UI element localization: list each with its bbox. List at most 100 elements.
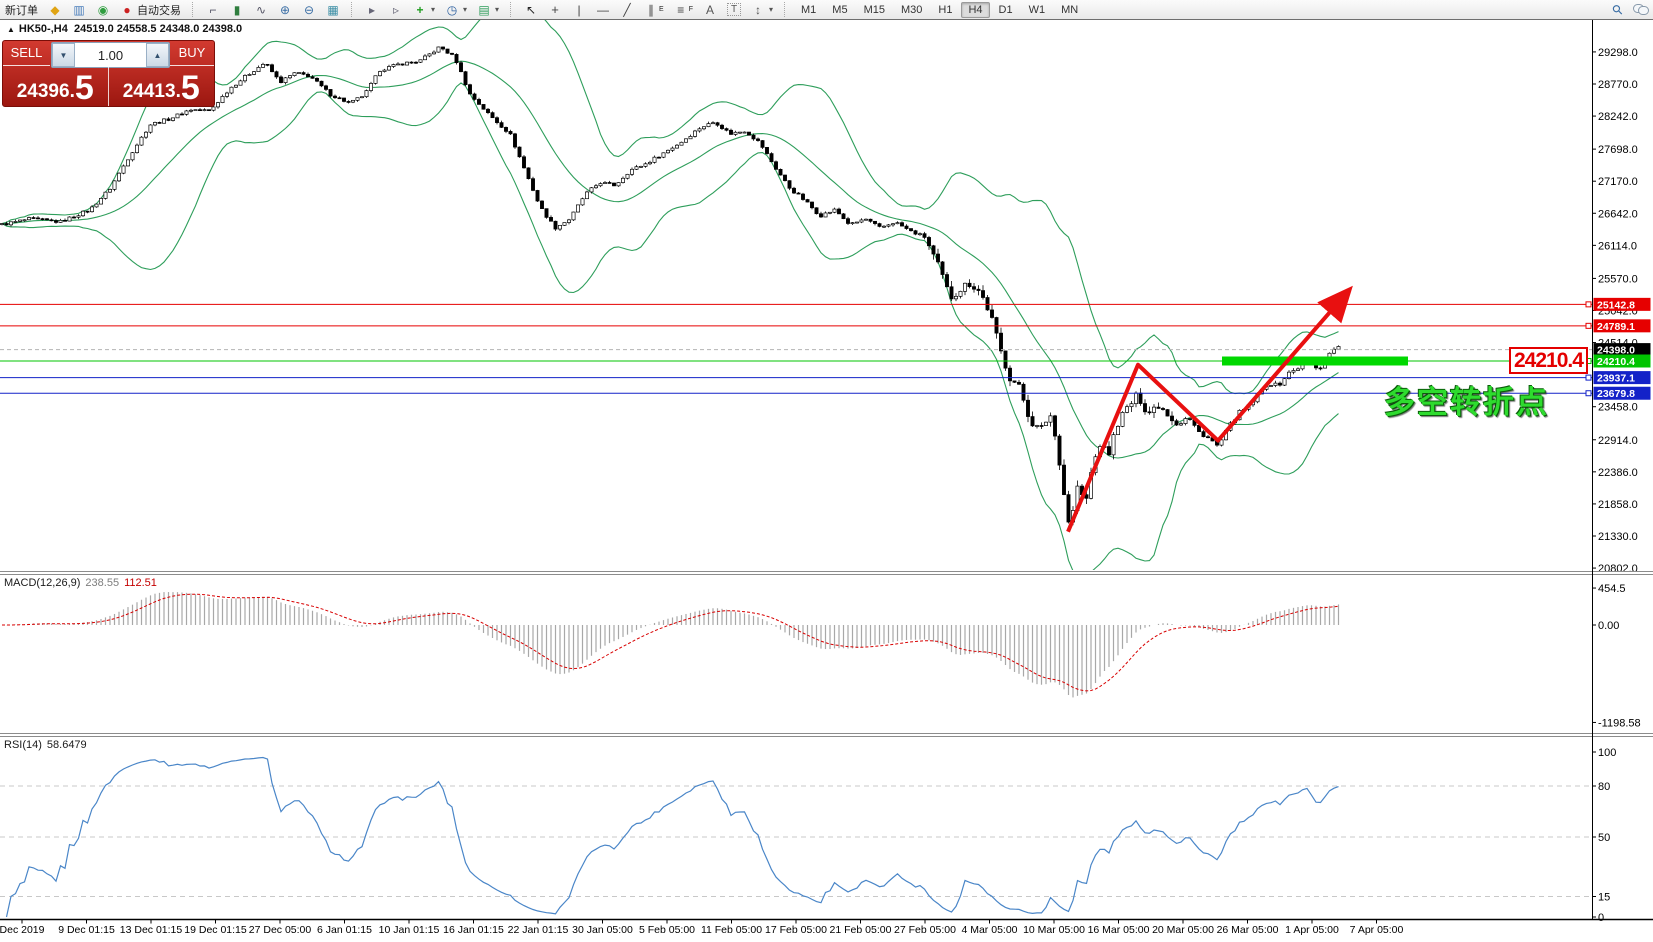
svg-text:13 Dec 01:15: 13 Dec 01:15 (120, 924, 183, 936)
svg-text:11 Feb 05:00: 11 Feb 05:00 (701, 924, 762, 936)
metaquotes-icon[interactable]: ◆ (43, 1, 67, 18)
templates-button[interactable]: ▤ ▾ (472, 1, 504, 18)
macd-signal-line (2, 593, 1339, 692)
tf-m1-button[interactable]: M1 (794, 2, 823, 18)
volume-input[interactable] (75, 43, 146, 67)
svg-text:24210.4: 24210.4 (1597, 356, 1635, 368)
svg-text:0: 0 (1598, 912, 1604, 924)
zigzag-arrow[interactable] (1066, 285, 1353, 533)
svg-text:80: 80 (1598, 781, 1610, 793)
svg-text:22386.0: 22386.0 (1598, 467, 1638, 479)
svg-text:17 Feb 05:00: 17 Feb 05:00 (765, 924, 827, 936)
text-label-icon[interactable]: T (722, 1, 746, 18)
price-axis[interactable]: 29298.0 28770.0 28242.0 27698.0 27170.0 26642… (1592, 47, 1641, 924)
new-chart-icon[interactable]: ▥ (67, 1, 91, 18)
chat-icon[interactable] (1628, 1, 1653, 18)
tf-h1-button[interactable]: H1 (931, 2, 959, 18)
time-axis[interactable]: Dec 2019 9 Dec 01:15 13 Dec 01:15 19 Dec 01… (0, 919, 1404, 937)
svg-text:21858.0: 21858.0 (1598, 499, 1638, 511)
buy-price[interactable]: 24413. 5 (109, 66, 215, 106)
svg-text:0.00: 0.00 (1598, 620, 1619, 632)
tf-m15-button[interactable]: M15 (857, 2, 892, 18)
buy-button[interactable]: BUY (170, 41, 214, 66)
tf-m5-button[interactable]: M5 (825, 2, 854, 18)
svg-text:454.5: 454.5 (1598, 583, 1626, 595)
svg-text:4 Mar 05:00: 4 Mar 05:00 (961, 924, 1017, 936)
macd-signal-value: 112.51 (124, 577, 157, 589)
svg-text:23679.8: 23679.8 (1597, 388, 1635, 400)
turning-point-note[interactable]: 多空转折点 (1384, 377, 1549, 422)
svg-text:50: 50 (1598, 832, 1610, 844)
svg-text:20 Mar 05:00: 20 Mar 05:00 (1152, 924, 1214, 936)
svg-text:26 Mar 05:00: 26 Mar 05:00 (1217, 924, 1279, 936)
chart-area[interactable]: 29298.0 28770.0 28242.0 27698.0 27170.0 26642… (0, 0, 1653, 942)
rsi-value: 58.6479 (46, 739, 87, 751)
svg-text:26114.0: 26114.0 (1598, 240, 1637, 252)
svg-text:28770.0: 28770.0 (1598, 79, 1638, 91)
tf-w1-button[interactable]: W1 (1022, 2, 1053, 18)
line-chart-icon[interactable]: ∿ (249, 1, 273, 18)
svg-text:9 Dec 01:15: 9 Dec 01:15 (58, 924, 115, 936)
tf-d1-button[interactable]: D1 (992, 2, 1020, 18)
volume-decrease-button[interactable]: ▼ (52, 43, 75, 67)
svg-text:Dec 2019: Dec 2019 (0, 924, 45, 936)
chart-shift-icon[interactable]: ▹ (384, 1, 408, 18)
arrows-icon[interactable]: ↕ ▾ (746, 1, 778, 18)
main-toolbar: 新订单 ◆ ▥ ◉ ● 自动交易 ⌐ ▮ ∿ ⊕ ⊖ ▦ ▸ ▹ + ▾ ◷ ▾ ▤… (0, 0, 1653, 20)
toolbar-separator (510, 2, 516, 17)
price-callout-label[interactable]: 24210.4 (1509, 347, 1588, 374)
volume-increase-button[interactable]: ▲ (146, 43, 169, 67)
candlestick-chart-icon[interactable]: ▮ (225, 1, 249, 18)
toolbar-separator (192, 2, 198, 17)
svg-text:7 Apr 05:00: 7 Apr 05:00 (1350, 924, 1404, 936)
autotrading-button[interactable]: ● 自动交易 (115, 1, 186, 18)
trendline-icon[interactable]: ╱ (615, 1, 639, 18)
indicators-button[interactable]: + ▾ (408, 1, 440, 18)
crosshair-icon[interactable]: + (543, 1, 567, 18)
sell-price[interactable]: 24396. 5 (3, 66, 109, 106)
auto-scroll-icon[interactable]: ▸ (360, 1, 384, 18)
equidistant-channel-icon[interactable]: ∥ E (639, 1, 669, 18)
macd-histogram (5, 592, 1340, 698)
svg-text:25570.0: 25570.0 (1598, 273, 1638, 285)
svg-text:19 Dec 01:15: 19 Dec 01:15 (184, 924, 247, 936)
svg-text:-1198.58: -1198.58 (1598, 717, 1641, 729)
indicators-plus-icon: + (416, 2, 424, 17)
vertical-line-icon[interactable]: | (567, 1, 591, 18)
svg-text:21 Feb 05:00: 21 Feb 05:00 (830, 924, 892, 936)
svg-text:29298.0: 29298.0 (1598, 47, 1638, 59)
tf-mn-button[interactable]: MN (1054, 2, 1085, 18)
zoom-in-icon[interactable]: ⊕ (273, 1, 297, 18)
toolbar-separator (784, 2, 790, 17)
macd-main-value: 238.55 (85, 577, 120, 589)
search-icon[interactable]: ⚲ (1608, 0, 1628, 18)
svg-text:15: 15 (1598, 892, 1610, 904)
new-order-button[interactable]: 新订单 (0, 1, 43, 18)
template-icon: ▤ (478, 2, 490, 17)
svg-text:1 Apr 05:00: 1 Apr 05:00 (1285, 924, 1339, 936)
horizontal-line-icon[interactable]: — (591, 1, 615, 18)
tile-windows-icon[interactable]: ▦ (321, 1, 345, 18)
chart-title: ▲ HK50-,H4 24519.0 24558.5 24348.0 24398.… (7, 23, 242, 35)
svg-text:16 Mar 05:00: 16 Mar 05:00 (1088, 924, 1150, 936)
svg-text:24789.1: 24789.1 (1597, 321, 1635, 333)
highlight-bar[interactable] (1222, 356, 1408, 366)
svg-text:21330.0: 21330.0 (1598, 531, 1638, 543)
market-watch-icon[interactable]: ◉ (91, 1, 115, 18)
sell-button[interactable]: SELL (3, 41, 50, 66)
text-icon[interactable]: A (698, 1, 722, 18)
tf-h4-button[interactable]: H4 (961, 1, 990, 18)
svg-text:16 Jan 01:15: 16 Jan 01:15 (443, 924, 504, 936)
fibonacci-icon[interactable]: ≡ F (669, 1, 698, 18)
svg-text:27698.0: 27698.0 (1598, 144, 1638, 156)
svg-text:27 Feb 05:00: 27 Feb 05:00 (894, 924, 956, 936)
periods-button[interactable]: ◷ ▾ (440, 1, 472, 18)
bar-chart-icon[interactable]: ⌐ (201, 1, 225, 18)
macd-label: MACD(12,26,9) 238.55 112.51 (4, 577, 157, 589)
cursor-icon[interactable]: ↖ (519, 1, 543, 18)
rsi-label: RSI(14) 58.6479 (4, 739, 87, 751)
zoom-out-icon[interactable]: ⊖ (297, 1, 321, 18)
svg-text:5 Feb 05:00: 5 Feb 05:00 (639, 924, 695, 936)
tf-m30-button[interactable]: M30 (894, 2, 929, 18)
collapse-icon[interactable]: ▲ (7, 25, 15, 34)
